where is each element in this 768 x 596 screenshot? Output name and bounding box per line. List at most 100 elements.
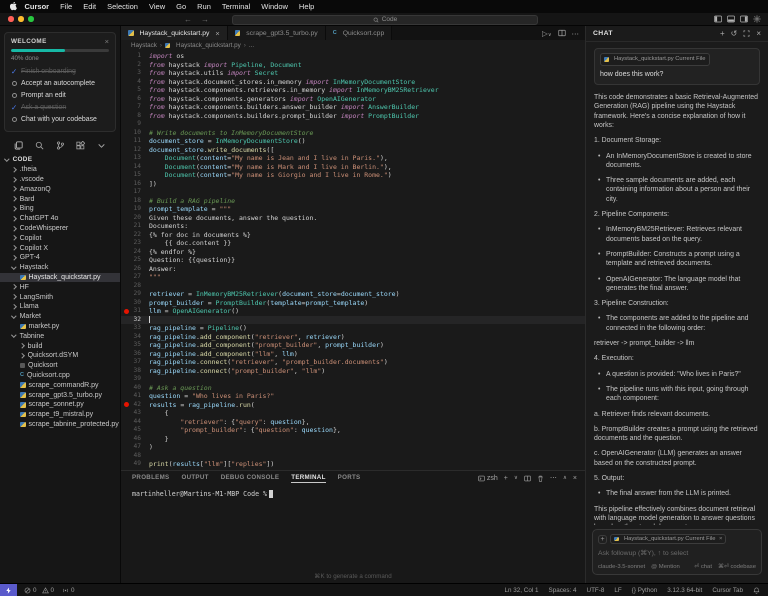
- line-number[interactable]: 12: [121, 146, 149, 155]
- minimize-window-button[interactable]: [18, 16, 24, 22]
- code-line[interactable]: 37rag_pipeline.connect("retriever", "pro…: [121, 358, 585, 367]
- status-ln-32-col-1[interactable]: Ln 32, Col 1: [505, 587, 539, 594]
- tree-item-amazonq[interactable]: AmazonQ: [0, 184, 120, 194]
- tree-item-quicksort-dsym[interactable]: Quicksort.dSYM: [0, 351, 120, 361]
- line-number[interactable]: 25: [121, 256, 149, 265]
- breadcrumb-more[interactable]: ...: [249, 42, 254, 49]
- breakpoint-icon[interactable]: [124, 309, 129, 314]
- welcome-task[interactable]: ✓Ask a question: [11, 101, 109, 113]
- line-number[interactable]: 24: [121, 248, 149, 257]
- split-terminal-icon[interactable]: [524, 475, 531, 482]
- code-line[interactable]: 5from haystack.components.retrievers.in_…: [121, 86, 585, 95]
- mention-button[interactable]: @ Mention: [651, 564, 680, 570]
- line-number[interactable]: 14: [121, 163, 149, 172]
- line-number[interactable]: 19: [121, 205, 149, 214]
- toggle-panel-icon[interactable]: [727, 15, 735, 23]
- terminal[interactable]: martinheller@Martins-M1-MBP Code %: [121, 486, 585, 498]
- zoom-window-button[interactable]: [28, 16, 34, 22]
- code-line[interactable]: 24{% endfor %}: [121, 248, 585, 257]
- panel-more-icon[interactable]: ⋯: [550, 474, 557, 482]
- editor-tab-quicksort-cpp[interactable]: CQuicksort.cpp: [326, 26, 393, 40]
- tree-item-chatgpt-4o[interactable]: ChatGPT 4o: [0, 214, 120, 224]
- line-number[interactable]: 11: [121, 137, 149, 146]
- forward-icon[interactable]: →: [201, 15, 209, 24]
- status-utf-8[interactable]: UTF-8: [587, 587, 605, 594]
- run-python-file-icon[interactable]: ▷∨: [542, 29, 551, 38]
- code-line[interactable]: 1import os: [121, 52, 585, 61]
- code-line[interactable]: 33rag_pipeline = Pipeline(): [121, 324, 585, 333]
- line-number[interactable]: 22: [121, 231, 149, 240]
- line-number[interactable]: 42: [121, 401, 149, 410]
- tree-item-scrape-sonnet-py[interactable]: scrape_sonnet.py: [0, 400, 120, 410]
- tree-item-haystack[interactable]: Haystack: [0, 263, 120, 273]
- code-line[interactable]: 10# Write documents to InMemoryDocumentS…: [121, 129, 585, 138]
- editor-tab-haystack-quickstart-py[interactable]: Haystack_quickstart.py×: [121, 26, 228, 40]
- line-number[interactable]: 37: [121, 358, 149, 367]
- status-lf[interactable]: LF: [614, 587, 621, 594]
- code-line[interactable]: 9: [121, 120, 585, 129]
- line-number[interactable]: 16: [121, 180, 149, 189]
- close-tab-icon[interactable]: ×: [215, 29, 219, 38]
- command-center-search[interactable]: Code: [232, 15, 538, 25]
- tree-item-quicksort-cpp[interactable]: CQuicksort.cpp: [0, 371, 120, 381]
- code-line[interactable]: 2from haystack import Pipeline, Document: [121, 61, 585, 70]
- menu-item-edit[interactable]: Edit: [78, 2, 102, 11]
- line-number[interactable]: 20: [121, 214, 149, 223]
- more-actions-icon[interactable]: ⋯: [572, 29, 580, 38]
- code-line[interactable]: 14 Document(content="My name is Mark and…: [121, 163, 585, 172]
- code-line[interactable]: 40# Ask a question: [121, 384, 585, 393]
- line-number[interactable]: 48: [121, 452, 149, 461]
- ports-status[interactable]: 0: [62, 587, 75, 594]
- menu-item-file[interactable]: File: [55, 2, 78, 11]
- settings-gear-icon[interactable]: [753, 15, 761, 23]
- welcome-task[interactable]: Accept an autocomplete: [11, 77, 109, 89]
- toggle-sidebar-icon[interactable]: [714, 15, 722, 23]
- close-window-button[interactable]: [8, 16, 14, 22]
- breadcrumb-file[interactable]: Haystack_quickstart.py: [176, 42, 241, 49]
- tree-item-langsmith[interactable]: LangSmith: [0, 292, 120, 302]
- close-panel-icon[interactable]: ×: [573, 475, 577, 482]
- tree-item-llama[interactable]: Llama: [0, 302, 120, 312]
- code-line[interactable]: 3from haystack.utils import Secret: [121, 69, 585, 78]
- menu-item-window[interactable]: Window: [256, 2, 294, 11]
- source-control-icon[interactable]: [56, 141, 65, 150]
- tree-item-scrape-tabnine-protected-py[interactable]: scrape_tabnine_protected.py: [0, 420, 120, 430]
- status-spaces-4[interactable]: Spaces: 4: [549, 587, 577, 594]
- remote-indicator[interactable]: [0, 584, 17, 596]
- code-line[interactable]: 34rag_pipeline.add_component("retriever"…: [121, 333, 585, 342]
- code-line[interactable]: 26Answer:: [121, 265, 585, 274]
- line-number[interactable]: 5: [121, 86, 149, 95]
- split-editor-icon[interactable]: [558, 29, 566, 37]
- code-line[interactable]: 12document_store.write_documents([: [121, 146, 585, 155]
- line-number[interactable]: 8: [121, 112, 149, 121]
- search-icon[interactable]: [35, 141, 44, 150]
- chat-input[interactable]: + Haystack_quickstart.py Current File × …: [592, 529, 762, 575]
- menu-item-run[interactable]: Run: [192, 2, 217, 11]
- tree-item-bard[interactable]: Bard: [0, 194, 120, 204]
- line-number[interactable]: 35: [121, 341, 149, 350]
- code-line[interactable]: 28: [121, 282, 585, 291]
- code-line[interactable]: 8from haystack.components.builders.promp…: [121, 112, 585, 121]
- code-line[interactable]: 6from haystack.components.generators imp…: [121, 95, 585, 104]
- panel-tab-ports[interactable]: PORTS: [338, 474, 361, 483]
- line-number[interactable]: 28: [121, 282, 149, 291]
- new-chat-icon[interactable]: +: [720, 29, 725, 38]
- line-number[interactable]: 49: [121, 460, 149, 469]
- code-line[interactable]: 43 {: [121, 409, 585, 418]
- code-line[interactable]: 16]): [121, 180, 585, 189]
- line-number[interactable]: 6: [121, 95, 149, 104]
- close-chat-icon[interactable]: ×: [756, 29, 761, 38]
- kill-terminal-icon[interactable]: [537, 475, 544, 482]
- code-line[interactable]: 21Documents:: [121, 222, 585, 231]
- line-number[interactable]: 13: [121, 154, 149, 163]
- terminal-dropdown-icon[interactable]: ∨: [514, 475, 518, 481]
- line-number[interactable]: 30: [121, 299, 149, 308]
- menu-item-cursor[interactable]: Cursor: [19, 2, 55, 11]
- line-number[interactable]: 31: [121, 307, 149, 316]
- extensions-icon[interactable]: [76, 141, 85, 150]
- tree-item-hf[interactable]: HF: [0, 282, 120, 292]
- line-number[interactable]: 41: [121, 392, 149, 401]
- input-context-chip[interactable]: Haystack_quickstart.py Current File ×: [610, 534, 726, 544]
- editor-tab-scrape-gpt3-5-turbo-py[interactable]: scrape_gpt3.5_turbo.py: [228, 26, 326, 40]
- line-number[interactable]: 15: [121, 171, 149, 180]
